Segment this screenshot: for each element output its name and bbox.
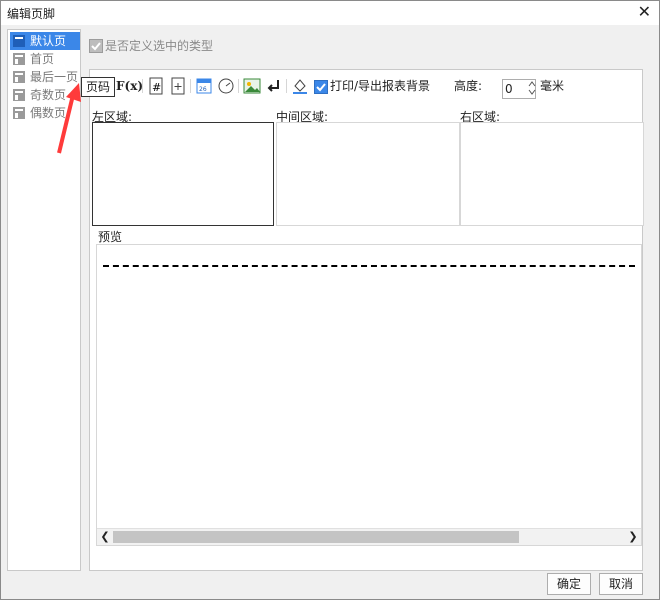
sidebar-item-label: 默认页 [30,34,67,48]
svg-text:#: # [152,81,161,94]
image-icon [243,78,261,94]
height-label: 高度: [454,79,483,93]
tooltip: 页码 [81,77,115,97]
custom-type-label: 是否定义选中的类型 [105,39,214,53]
sidebar-item-default-page[interactable]: 默认页 [10,32,80,50]
newline-icon [267,80,279,92]
scroll-left-icon[interactable]: ❮ [99,530,111,544]
cancel-button[interactable]: 取消 [599,573,643,595]
close-icon[interactable]: ✕ [638,3,651,21]
scrollbar-thumb[interactable] [113,531,519,543]
check-icon [91,42,101,51]
preview-label: 预览 [98,230,123,244]
total-pages-icon [171,77,185,95]
check-icon [316,83,326,92]
height-spinner-icon[interactable] [526,79,538,97]
page-icon [13,71,25,83]
toolbar-separator [142,79,143,93]
footer-editor-panel: ab F(x) # [89,69,644,571]
toolbar-separator [286,79,287,93]
background-button[interactable] [290,76,310,96]
preview-area: ❮ ❯ [96,244,642,546]
title-bar: 编辑页脚 ✕ [1,1,659,25]
height-unit-label: 毫米 [540,79,565,93]
total-pages-button[interactable] [168,76,188,96]
page-number-icon: # [149,77,163,95]
line-break-button[interactable] [264,76,284,96]
red-arrow-icon [57,83,81,154]
main-area: 是否定义选中的类型 ab F(x) # [83,29,651,571]
dialog-window: 编辑页脚 ✕ 默认页 首页 最后一页 奇数页 偶数页 是否定义选中的类型 F(x… [0,0,660,600]
print-background-checkbox[interactable] [314,80,328,94]
insert-time-button[interactable] [216,76,236,96]
insert-image-button[interactable] [242,76,262,96]
page-icon [13,35,25,47]
toolbar-separator [190,79,191,93]
center-region-editor[interactable] [276,122,460,226]
sidebar-item-first-page[interactable]: 首页 [10,50,80,68]
custom-type-checkbox[interactable] [89,39,103,53]
page-icon [13,53,25,65]
clock-icon [218,78,234,94]
page-icon [13,89,25,101]
sidebar-item-label: 首页 [30,52,55,66]
toolbar: ab F(x) # [92,73,638,99]
footer-dashed-line [103,265,635,267]
left-region-editor[interactable] [92,122,274,226]
page-icon [13,107,25,119]
toolbar-separator [238,79,239,93]
page-number-button[interactable]: # [146,76,166,96]
window-title: 编辑页脚 [7,7,56,21]
paint-bucket-icon [293,79,307,94]
right-region-editor[interactable] [460,122,644,226]
scroll-right-icon[interactable]: ❯ [627,530,639,544]
calendar-icon: 26 [196,78,212,94]
print-background-label: 打印/导出报表背景 [330,79,431,93]
horizontal-scrollbar[interactable]: ❮ ❯ [97,528,641,545]
insert-formula-button[interactable]: F(x) [116,76,143,96]
ok-button[interactable]: 确定 [547,573,591,595]
insert-date-button[interactable]: 26 [194,76,214,96]
svg-text:26: 26 [199,86,207,93]
